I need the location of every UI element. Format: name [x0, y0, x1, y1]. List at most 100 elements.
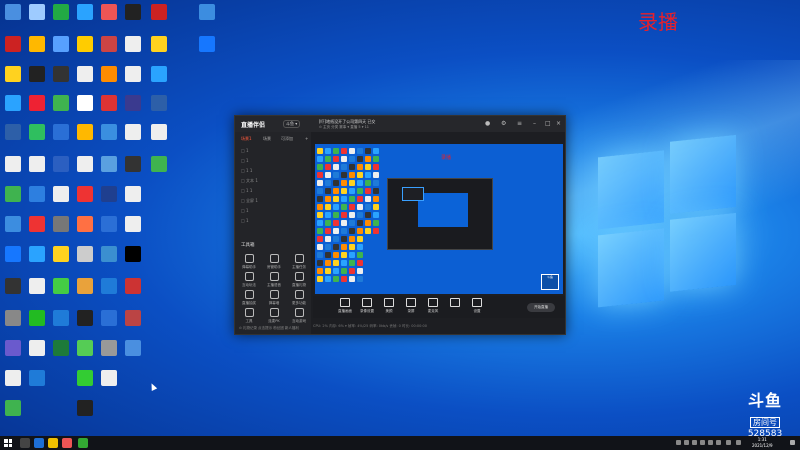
tool-button[interactable]: 更多功能 [287, 290, 311, 306]
tool-button[interactable]: 主播语音 [262, 272, 286, 288]
desktop-icon[interactable] [48, 4, 74, 25]
tray-icon[interactable] [692, 440, 697, 445]
tool-button[interactable]: 房管助手 [262, 254, 286, 270]
tab-scene1[interactable]: 场景1 [241, 136, 252, 142]
streaming-app-window[interactable]: 直播伴侣 斗鱼 ▾ [吓]地纸没开了公司第四天 已交 ⊙ 主页 分类 赛事 ▾ … [234, 115, 566, 335]
desktop-icon[interactable] [0, 124, 26, 145]
desktop-icon[interactable] [0, 246, 26, 267]
desktop-icon[interactable] [96, 36, 122, 57]
desktop-icon[interactable] [146, 66, 172, 87]
scene-source-row[interactable]: □ 1 [241, 148, 249, 153]
start-button[interactable] [4, 439, 12, 447]
desktop-icon[interactable] [72, 216, 98, 237]
desktop-icon[interactable] [48, 124, 74, 145]
scene-source-row[interactable]: □ 1 [241, 208, 249, 213]
desktop-icon[interactable] [0, 340, 26, 361]
desktop-icon[interactable] [48, 340, 74, 361]
desktop-icon[interactable] [72, 186, 98, 207]
desktop-icon[interactable] [0, 278, 26, 299]
desktop-icon[interactable] [48, 36, 74, 57]
minimize-icon[interactable]: – [533, 120, 536, 127]
network-icon[interactable] [726, 440, 731, 445]
desktop-icon[interactable] [24, 156, 50, 177]
search-icon[interactable] [20, 438, 30, 448]
desktop-icon[interactable] [0, 186, 26, 207]
control-button[interactable]: 设置 [465, 298, 489, 314]
scene-source-row[interactable]: □ 1 [241, 158, 249, 163]
taskbar-app-icon[interactable] [62, 438, 72, 448]
desktop-icon[interactable] [72, 36, 98, 57]
desktop-icon[interactable] [24, 36, 50, 57]
desktop-icon[interactable] [24, 278, 50, 299]
desktop-icon[interactable] [48, 186, 74, 207]
scene-source-row[interactable]: □ 文本 1 [241, 178, 258, 184]
desktop-icon[interactable] [24, 340, 50, 361]
desktop-icon[interactable] [120, 216, 146, 237]
desktop-icon[interactable] [120, 340, 146, 361]
desktop-icon[interactable] [72, 278, 98, 299]
desktop-icon[interactable] [120, 4, 146, 25]
control-button[interactable] [443, 298, 467, 309]
tool-button[interactable]: 弹幕助手 [237, 254, 261, 270]
settings-icon[interactable]: ⚙ [501, 120, 506, 127]
desktop-icon[interactable] [0, 310, 26, 331]
tool-button[interactable]: 弹幕墙 [262, 290, 286, 306]
desktop-icon[interactable] [96, 95, 122, 116]
desktop-icon[interactable] [120, 246, 146, 267]
scene-source-row[interactable]: □ 全屏 1 [241, 198, 258, 204]
desktop-icon[interactable] [24, 95, 50, 116]
scene-source-row[interactable]: □ 1 [241, 218, 249, 223]
desktop-icon[interactable] [146, 124, 172, 145]
close-icon[interactable]: × [556, 120, 561, 127]
notification-icon[interactable] [790, 440, 795, 445]
tray-icon[interactable] [676, 440, 681, 445]
desktop-icon[interactable] [24, 216, 50, 237]
desktop-icon[interactable] [120, 156, 146, 177]
tab-scene[interactable]: 场景 [263, 136, 271, 142]
taskbar-app-icon[interactable] [34, 438, 44, 448]
desktop-icon[interactable] [96, 278, 122, 299]
tool-button[interactable]: 互动玩法 [237, 272, 261, 288]
desktop-icon[interactable] [96, 66, 122, 87]
desktop-icon[interactable] [194, 36, 220, 57]
desktop-icon[interactable] [0, 400, 26, 421]
tool-button[interactable]: 连麦PK [262, 308, 286, 324]
scene-source-row[interactable]: □ 1 1 [241, 168, 252, 173]
desktop-icon[interactable] [24, 4, 50, 25]
control-button[interactable]: 美颜 [377, 298, 401, 314]
control-button[interactable]: 麦克风 [421, 298, 445, 314]
tool-button[interactable]: 直播礼物 [287, 272, 311, 288]
desktop-icon[interactable] [24, 370, 50, 391]
tool-button[interactable]: 主播任务 [287, 254, 311, 270]
control-button[interactable]: 录屏 [399, 298, 423, 314]
desktop-icon[interactable] [96, 186, 122, 207]
desktop-icon[interactable] [72, 400, 98, 421]
desktop-icon[interactable] [120, 36, 146, 57]
desktop-icon[interactable] [0, 36, 26, 57]
desktop-icon[interactable] [72, 370, 98, 391]
desktop-icon[interactable] [96, 4, 122, 25]
desktop-icon[interactable] [24, 124, 50, 145]
tab-addable[interactable]: 可添加 [281, 136, 293, 142]
desktop-icon[interactable] [72, 4, 98, 25]
desktop-icon[interactable] [96, 216, 122, 237]
desktop-icon[interactable] [48, 156, 74, 177]
desktop-icon[interactable] [0, 216, 26, 237]
start-live-button[interactable]: 开始直播 [527, 303, 555, 312]
volume-icon[interactable] [736, 440, 741, 445]
desktop-icon[interactable] [120, 95, 146, 116]
desktop-icon[interactable] [48, 310, 74, 331]
desktop-icon[interactable] [146, 36, 172, 57]
tool-button[interactable]: 互动游戏 [287, 308, 311, 324]
desktop-icon[interactable] [72, 310, 98, 331]
file-explorer-icon[interactable] [48, 438, 58, 448]
desktop-icon[interactable] [0, 4, 26, 25]
control-button[interactable]: 录像设置 [355, 298, 379, 314]
desktop-icon[interactable] [146, 4, 172, 25]
desktop-icon[interactable] [0, 156, 26, 177]
wechat-icon[interactable] [78, 438, 88, 448]
desktop-icon[interactable] [72, 124, 98, 145]
desktop-icon[interactable] [24, 310, 50, 331]
desktop-icon[interactable] [120, 124, 146, 145]
desktop-icon[interactable] [0, 370, 26, 391]
